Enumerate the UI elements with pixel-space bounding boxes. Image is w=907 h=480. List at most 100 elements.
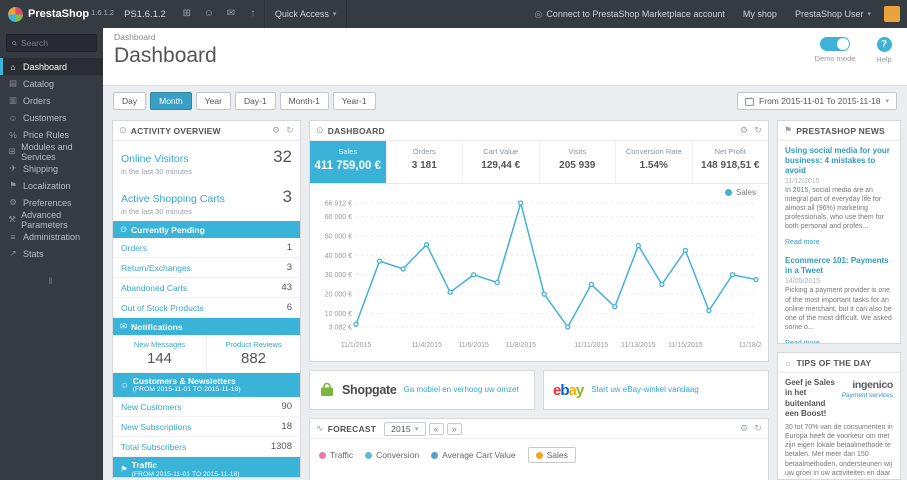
- sidebar-collapse-button[interactable]: ‖: [0, 276, 103, 286]
- pending-returns-link[interactable]: Return/Exchanges: [121, 263, 191, 273]
- messages-icon[interactable]: ✉: [220, 0, 242, 28]
- sidebar-item-preferences[interactable]: ⚙ Preferences: [0, 194, 103, 211]
- shop-name: PS1.6.1.2: [124, 8, 166, 20]
- chevron-down-icon: ▾: [867, 11, 871, 18]
- new-messages-label: New Messages: [133, 340, 186, 349]
- kpi-visits[interactable]: Visits 205 939: [540, 141, 616, 183]
- sidebar-item-label: Modules and Services: [21, 141, 73, 162]
- modules-icon: ⊞: [8, 146, 16, 156]
- svg-text:66 912 €: 66 912 €: [325, 200, 352, 207]
- kpi-label: Visits: [568, 147, 587, 156]
- active-carts-link[interactable]: Active Shopping Carts: [121, 193, 225, 205]
- sidebar-item-stats[interactable]: ↗ Stats: [0, 245, 103, 262]
- refresh-icon[interactable]: ↻: [754, 423, 762, 434]
- sidebar-item-shipping[interactable]: ✈ Shipping: [0, 160, 103, 177]
- pending-returns-value: 3: [286, 262, 292, 273]
- kpi-sales[interactable]: Sales 411 759,00 €: [310, 141, 387, 183]
- sidebar-item-administration[interactable]: ≡ Administration: [0, 228, 103, 245]
- forecast-legend-conversion[interactable]: Conversion: [365, 450, 419, 460]
- filter-year-1-button[interactable]: Year-1: [332, 92, 376, 110]
- dashboard-panel-title: DASHBOARD: [327, 125, 385, 136]
- kpi-cart-value[interactable]: Cart Value 129,44 €: [463, 141, 540, 183]
- sidebar-item-dashboard[interactable]: ⌂ Dashboard: [0, 58, 103, 75]
- currently-pending-title: Currently Pending: [131, 224, 205, 235]
- ebay-promo-link[interactable]: Start uw eBay-winkel vandaag: [591, 385, 699, 395]
- cart-icon[interactable]: ⊞: [176, 0, 198, 28]
- kpi-orders[interactable]: Orders 3 181: [387, 141, 463, 183]
- marketplace-link[interactable]: ◎ Connect to PrestaShop Marketplace acco…: [525, 0, 733, 28]
- new-subscriptions-link[interactable]: New Subscriptions: [121, 422, 191, 432]
- demo-mode-control: Demo mode: [811, 37, 859, 63]
- ebay-letter: a: [568, 381, 577, 399]
- bulb-icon: ☼: [784, 357, 793, 368]
- refresh-icon[interactable]: ↻: [754, 125, 762, 136]
- sidebar-item-catalog[interactable]: ▤ Catalog: [0, 75, 103, 92]
- pending-orders-link[interactable]: Orders: [121, 243, 147, 253]
- out-of-stock-link[interactable]: Out of Stock Products: [121, 303, 204, 313]
- sidebar-item-price-rules[interactable]: % Price Rules: [0, 126, 103, 143]
- new-customers-value: 90: [281, 401, 292, 413]
- refresh-icon[interactable]: ↻: [286, 125, 294, 136]
- online-visitors-link[interactable]: Online Visitors: [121, 153, 189, 165]
- sidebar-item-advanced-parameters[interactable]: ⚒ Advanced Parameters: [0, 210, 103, 230]
- filter-day-1-button[interactable]: Day-1: [234, 92, 276, 110]
- forecast-next-button[interactable]: »: [446, 422, 462, 435]
- avatar[interactable]: [884, 6, 900, 22]
- kpi-net-profit[interactable]: Net Profit 148 918,51 €: [693, 141, 769, 183]
- online-visitors-subtext: in the last 30 minutes: [121, 167, 192, 176]
- help-icon[interactable]: ?: [876, 37, 892, 52]
- demo-mode-toggle[interactable]: [820, 37, 850, 51]
- read-more-link[interactable]: Read more: [785, 239, 820, 246]
- customers-icon: ☺: [8, 112, 18, 123]
- my-shop-link[interactable]: My shop: [734, 0, 786, 28]
- shopgate-promo-link[interactable]: Ga mobiel en verhoog uw omzet: [404, 385, 519, 395]
- kpi-conversion-rate[interactable]: Conversion Rate 1.54%: [616, 141, 693, 183]
- quick-access-menu[interactable]: Quick Access ▾: [263, 0, 348, 28]
- forecast-year-value: 2015: [391, 423, 411, 434]
- sales-line-chart: 66 912 € 60 000 € 50 000 € 40 000 € 30 000 €…: [325, 200, 768, 349]
- orders-icon: ▥: [8, 95, 18, 105]
- forecast-prev-button[interactable]: «: [428, 422, 444, 435]
- abandoned-carts-link[interactable]: Abandoned Carts: [121, 283, 187, 293]
- chart-icon: ∿: [316, 423, 324, 433]
- news-article-title[interactable]: Using social media for your business: 4 …: [785, 146, 893, 176]
- filter-month-button[interactable]: Month: [150, 92, 192, 110]
- gear-icon[interactable]: ⚙: [740, 423, 748, 434]
- new-customers-link[interactable]: New Customers: [121, 402, 181, 412]
- people-icon: ☺: [120, 380, 129, 391]
- upgrade-icon[interactable]: ↑: [242, 0, 264, 28]
- forecast-legend-traffic[interactable]: Traffic: [319, 450, 353, 460]
- kpi-label: Cart Value: [483, 147, 519, 156]
- news-article-title[interactable]: Ecommerce 101: Payments in a Tweet: [785, 256, 893, 276]
- customers-icon[interactable]: ☺: [198, 0, 220, 28]
- sidebar-item-modules[interactable]: ⊞ Modules and Services: [0, 141, 103, 162]
- ebay-letter: b: [560, 381, 569, 399]
- new-messages-stat[interactable]: New Messages 144: [113, 335, 207, 372]
- read-more-link[interactable]: Read more: [785, 340, 820, 343]
- shopgate-promo-panel: Shopgate Ga mobiel en verhoog uw omzet: [309, 370, 535, 410]
- forecast-legend-average-cart-value[interactable]: Average Cart Value: [431, 450, 516, 460]
- filter-day-button[interactable]: Day: [113, 92, 147, 110]
- gear-icon[interactable]: ⚙: [740, 125, 748, 136]
- date-range-picker[interactable]: From 2015-11-01 To 2015-11-18 ▾: [737, 92, 897, 110]
- total-subscribers-link[interactable]: Total Subscribers: [121, 442, 186, 452]
- sidebar-search[interactable]: [6, 34, 97, 52]
- filter-month-1-button[interactable]: Month-1: [279, 92, 329, 110]
- svg-text:20 000 €: 20 000 €: [325, 292, 352, 299]
- sales-legend-dot: [724, 189, 732, 196]
- sidebar-item-localization[interactable]: ⚑ Localization: [0, 177, 103, 194]
- forecast-legend-sales[interactable]: Sales: [527, 447, 576, 463]
- sidebar-item-orders[interactable]: ▥ Orders: [0, 92, 103, 109]
- search-input[interactable]: [21, 38, 91, 48]
- forecast-year-select[interactable]: 2015 ▾: [384, 421, 426, 436]
- kpi-value: 129,44 €: [481, 160, 521, 171]
- gear-icon[interactable]: ⚙: [272, 125, 280, 136]
- dashboard-panel: ⊙ DASHBOARD ⚙ ↻ Sales 411 759,00 € Orders 3…: [309, 120, 769, 362]
- sales-dot-icon: [535, 451, 543, 459]
- user-menu[interactable]: PrestaShop User ▾: [786, 0, 880, 28]
- product-reviews-stat[interactable]: Product Reviews 882: [207, 335, 300, 372]
- catalog-icon: ▤: [8, 78, 18, 88]
- sidebar-item-label: Catalog: [23, 78, 55, 89]
- filter-year-button[interactable]: Year: [195, 92, 231, 110]
- sidebar-item-customers[interactable]: ☺ Customers: [0, 109, 103, 126]
